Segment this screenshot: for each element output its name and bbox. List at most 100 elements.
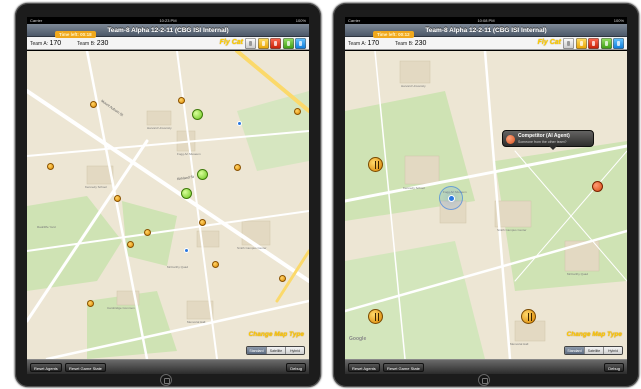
- building-label: Kennedy School: [85, 185, 107, 189]
- change-map-type-label[interactable]: Change Map Type: [567, 331, 622, 338]
- player-marker-green[interactable]: [197, 169, 208, 180]
- map-view[interactable]: Harvard University Kennedy School Fogg A…: [345, 51, 627, 359]
- tool-white-icon[interactable]: [563, 38, 574, 49]
- user-location-dot: [184, 248, 189, 253]
- bottom-toolbar: Reset Agents Reset Game State Debug: [345, 359, 627, 374]
- reset-agents-button[interactable]: Reset Agents: [30, 363, 62, 372]
- app-screen-right: Carrier 10:08 PM 100% Team-8 Alpha 12-2-…: [345, 17, 627, 374]
- agent-marker[interactable]: [87, 300, 94, 307]
- team-b-score-value: 230: [414, 40, 427, 47]
- clock: 10:08 PM: [477, 18, 495, 23]
- map-type-selector[interactable]: Standard Satellite Hybrid: [246, 346, 305, 355]
- player-marker-green[interactable]: [192, 109, 203, 120]
- score-bar: Time left: 00:12 Team A: 170 Team B: 230…: [345, 31, 627, 50]
- map-streets: [27, 51, 309, 359]
- map-type-hybrid[interactable]: Hybrid: [285, 347, 304, 354]
- team-b-score: Team B: 230: [77, 40, 108, 47]
- building-label: Fogg Art Museum: [177, 152, 201, 156]
- team-a-label: Team A:: [348, 41, 367, 47]
- battery-level: 100%: [613, 18, 624, 23]
- ipad-frame-right: Carrier 10:08 PM 100% Team-8 Alpha 12-2-…: [333, 3, 639, 387]
- map-type-hybrid[interactable]: Hybrid: [603, 347, 622, 354]
- agent-marker[interactable]: [114, 195, 121, 202]
- player-marker-green[interactable]: [181, 188, 192, 199]
- agent-marker[interactable]: [178, 97, 185, 104]
- competitor-marker[interactable]: [592, 181, 603, 192]
- major-roads: [235, 51, 309, 303]
- team-a-label: Team A:: [30, 41, 49, 47]
- map-type-selector[interactable]: Standard Satellite Hybrid: [564, 346, 623, 355]
- map-type-standard[interactable]: Standard: [247, 347, 266, 354]
- agent-marker[interactable]: [127, 241, 134, 248]
- team-b-label: Team B:: [395, 41, 414, 47]
- team-a-score-value: 170: [367, 40, 380, 47]
- tool-red-icon[interactable]: [588, 38, 599, 49]
- map-type-satellite[interactable]: Satellite: [584, 347, 603, 354]
- building-label: Memorial Hall: [510, 342, 529, 346]
- change-map-type-label[interactable]: Change Map Type: [249, 331, 304, 338]
- building-label: McCarthy Quad: [167, 265, 189, 269]
- team-a-score: Team A: 170: [348, 40, 379, 47]
- home-button[interactable]: [160, 374, 172, 386]
- team-b-label: Team B:: [77, 41, 96, 47]
- tool-yellow-icon[interactable]: [575, 38, 587, 49]
- agent-marker[interactable]: [368, 309, 383, 324]
- agent-marker[interactable]: [212, 261, 219, 268]
- status-bar: Carrier 10:23 PM 100%: [27, 17, 309, 24]
- competitor-callout[interactable]: Competitor (AI Agent) Someone from the o…: [502, 130, 594, 150]
- agent-marker[interactable]: [234, 164, 241, 171]
- home-button[interactable]: [478, 374, 490, 386]
- map-type-standard[interactable]: Standard: [565, 347, 584, 354]
- reset-game-state-button[interactable]: Reset Game State: [65, 363, 106, 372]
- status-bar: Carrier 10:08 PM 100%: [345, 17, 627, 24]
- map-view[interactable]: Mount Auburn St Kirkland St Harvard Univ…: [27, 51, 309, 359]
- reset-game-state-button[interactable]: Reset Game State: [383, 363, 424, 372]
- building-label: Memorial Hall: [187, 320, 206, 324]
- competitor-icon: [506, 135, 515, 144]
- reset-agents-button[interactable]: Reset Agents: [348, 363, 380, 372]
- tool-palette: [562, 38, 624, 49]
- agent-marker[interactable]: [90, 101, 97, 108]
- tool-blue-icon[interactable]: [295, 38, 306, 49]
- app-screen-left: Carrier 10:23 PM 100% Team-8 Alpha 12-2-…: [27, 17, 309, 374]
- debug-button[interactable]: Debug: [286, 363, 306, 372]
- callout-subtitle: Someone from the other team?: [518, 140, 567, 144]
- map-streets: [345, 51, 627, 359]
- time-left-badge: Time left: 00:18: [55, 31, 96, 38]
- building-label: Kennedy School: [403, 186, 425, 190]
- ipad-frame-left: Carrier 10:23 PM 100% Team-8 Alpha 12-2-…: [15, 3, 321, 387]
- agent-marker[interactable]: [279, 275, 286, 282]
- agent-marker[interactable]: [521, 309, 536, 324]
- building-label: Harvard University: [147, 126, 172, 130]
- app-logo: Fly Cat: [537, 39, 561, 46]
- team-a-score: Team A: 170: [30, 40, 61, 47]
- debug-button[interactable]: Debug: [604, 363, 624, 372]
- agent-marker[interactable]: [47, 163, 54, 170]
- bottom-toolbar: Reset Agents Reset Game State Debug: [27, 359, 309, 374]
- tool-yellow-icon[interactable]: [257, 38, 269, 49]
- score-bar: Time left: 00:18 Team A: 170 Team B: 230…: [27, 31, 309, 50]
- agent-marker[interactable]: [144, 229, 151, 236]
- tool-green-icon[interactable]: [600, 38, 612, 49]
- building-label: Cambridge Common: [107, 306, 135, 310]
- battery-level: 100%: [295, 18, 306, 23]
- google-logo: Google: [349, 336, 367, 342]
- building-label: Harvard University: [401, 84, 426, 88]
- building-label: Smith Campus Center: [237, 246, 267, 250]
- user-location: [439, 186, 463, 210]
- tool-white-icon[interactable]: [245, 38, 256, 49]
- user-location-dot: [448, 195, 455, 202]
- agent-marker[interactable]: [199, 219, 206, 226]
- clock: 10:23 PM: [159, 18, 177, 23]
- map-type-satellite[interactable]: Satellite: [266, 347, 285, 354]
- building-label: Radcliffe Yard: [37, 225, 56, 229]
- tool-red-icon[interactable]: [270, 38, 281, 49]
- tool-green-icon[interactable]: [282, 38, 294, 49]
- building-label: Smith Campus Center: [497, 228, 527, 232]
- app-logo: Fly Cat: [219, 39, 243, 46]
- agent-marker[interactable]: [294, 108, 301, 115]
- tool-blue-icon[interactable]: [613, 38, 624, 49]
- poi-icon: [237, 121, 242, 126]
- team-b-score-value: 230: [96, 40, 109, 47]
- agent-marker[interactable]: [368, 157, 383, 172]
